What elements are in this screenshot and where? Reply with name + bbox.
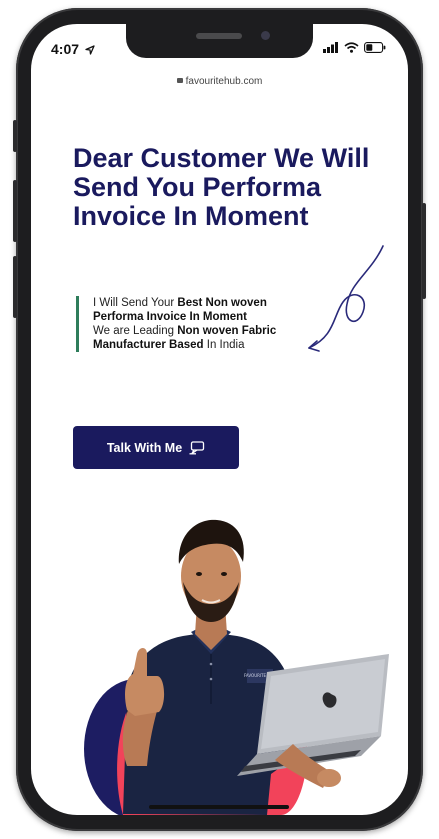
description-line-1: I Will Send Your Best Non woven Performa… bbox=[93, 297, 267, 323]
status-icons bbox=[323, 42, 386, 53]
volume-down-button bbox=[13, 256, 17, 318]
description-line-2: We are Leading Non woven Fabric Manufact… bbox=[93, 325, 277, 351]
curly-arrow-icon bbox=[308, 245, 384, 352]
page-title: Dear Customer We Will Send You Performa … bbox=[73, 143, 370, 231]
volume-up-button bbox=[13, 180, 17, 242]
talk-with-me-button[interactable]: Talk With Me bbox=[73, 426, 239, 469]
mute-switch bbox=[13, 120, 17, 152]
url-text: favouritehub.com bbox=[185, 76, 263, 87]
person-hand-right bbox=[317, 769, 341, 787]
phone-screen: 4:07 favouritehub.com Dear Customer We W… bbox=[31, 24, 408, 815]
front-camera bbox=[261, 31, 270, 40]
location-arrow-icon bbox=[85, 45, 95, 55]
status-time: 4:07 bbox=[51, 41, 95, 57]
speaker-grille bbox=[196, 33, 242, 39]
notch bbox=[126, 24, 313, 58]
wifi-icon bbox=[344, 42, 359, 53]
signal-icon bbox=[323, 42, 338, 53]
address-bar[interactable]: favouritehub.com bbox=[31, 76, 408, 87]
hero-illustration: FAVOURITE HUB bbox=[84, 519, 389, 815]
battery-icon bbox=[364, 42, 386, 53]
lock-icon bbox=[176, 78, 183, 83]
power-button bbox=[422, 203, 426, 299]
home-indicator[interactable] bbox=[149, 805, 289, 809]
chat-icon bbox=[189, 440, 205, 454]
description-block: I Will Send Your Best Non woven Performa… bbox=[76, 296, 293, 352]
page: 4:07 favouritehub.com Dear Customer We W… bbox=[0, 0, 439, 839]
cta-label: Talk With Me bbox=[106, 440, 183, 455]
